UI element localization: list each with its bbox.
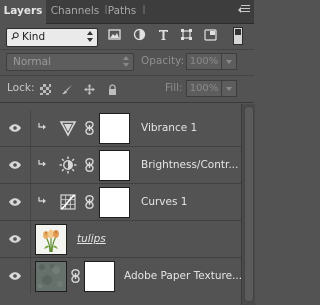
tab-paths-label: Paths xyxy=(107,5,137,17)
smart-object-filter-icon[interactable] xyxy=(204,28,217,41)
tab-layers[interactable]: Layers xyxy=(0,0,46,24)
lock-icon[interactable] xyxy=(107,84,118,95)
image-filter-icon[interactable] xyxy=(108,28,121,41)
adjustment-filter-icon[interactable] xyxy=(133,28,146,41)
link-icon[interactable] xyxy=(85,195,94,209)
layer-name[interactable]: Curves 1 xyxy=(141,184,187,220)
select-arrows-icon xyxy=(87,31,94,43)
eye-icon xyxy=(9,235,21,243)
visibility-toggle[interactable] xyxy=(0,258,31,294)
layer-name[interactable]: Vibrance 1 xyxy=(141,110,197,146)
eye-icon xyxy=(9,272,21,280)
select-arrows-icon xyxy=(123,56,130,68)
paper-texture-thumbnail[interactable] xyxy=(35,261,67,292)
chevron-down-icon xyxy=(226,60,232,64)
opacity-slider-toggle[interactable] xyxy=(221,53,237,70)
visibility-toggle[interactable] xyxy=(0,147,31,183)
filter-toggle-switch[interactable] xyxy=(233,27,243,45)
lock-label: Lock: xyxy=(7,82,35,94)
layer-name[interactable]: Adobe Paper Texture... xyxy=(124,258,242,294)
move-icon[interactable] xyxy=(84,84,95,95)
layers-list: Vibrance 1 Brightness/Contr... Curves 1 … xyxy=(0,104,242,305)
panel-menu-icon[interactable] xyxy=(238,3,250,15)
link-icon[interactable] xyxy=(71,269,80,283)
lock-transparent-pixels-icon[interactable] xyxy=(40,84,51,95)
layer-mask-thumbnail[interactable] xyxy=(99,150,130,181)
tab-layers-label: Layers xyxy=(3,5,43,17)
shape-filter-icon[interactable] xyxy=(180,28,193,41)
brightness-contrast-icon xyxy=(59,156,77,174)
layer-mask-thumbnail[interactable] xyxy=(99,187,130,218)
layer-mask-thumbnail[interactable] xyxy=(99,113,130,144)
blend-mode-value: Normal xyxy=(13,56,51,68)
filter-kind-label: Kind xyxy=(22,31,46,43)
tab-channels-label: Channels xyxy=(50,5,100,17)
layer-row-brightness-contrast[interactable]: Brightness/Contr... xyxy=(0,147,241,184)
type-filter-icon[interactable] xyxy=(157,28,170,41)
opacity-label: Opacity: xyxy=(141,55,185,67)
tab-paths[interactable]: Paths xyxy=(105,0,139,23)
lock-row: Lock: Fill: 100% xyxy=(0,77,254,101)
link-icon[interactable] xyxy=(85,121,94,135)
clipping-arrow-icon xyxy=(38,123,46,130)
layer-mask-thumbnail[interactable] xyxy=(84,261,115,292)
visibility-toggle[interactable] xyxy=(0,184,31,220)
clipping-arrow-icon xyxy=(38,160,46,167)
panel-tab-bar: Layers Channels | Paths | xyxy=(0,0,254,24)
tulips-image xyxy=(43,229,59,253)
vibrance-icon xyxy=(59,121,77,137)
brush-icon[interactable] xyxy=(62,84,73,95)
fill-slider-toggle[interactable] xyxy=(221,80,237,97)
link-icon[interactable] xyxy=(85,158,94,172)
opacity-input[interactable]: 100% xyxy=(186,53,222,70)
blend-mode-select[interactable]: Normal xyxy=(6,53,134,71)
paper-texture-image xyxy=(36,262,66,291)
eye-icon xyxy=(9,161,21,169)
layer-name[interactable]: tulips xyxy=(77,221,106,257)
layer-row-paper-texture[interactable]: Adobe Paper Texture... xyxy=(0,258,242,294)
curves-icon xyxy=(60,194,76,210)
divider xyxy=(0,75,254,76)
clipping-arrow-icon xyxy=(38,197,46,204)
visibility-toggle[interactable] xyxy=(0,221,31,257)
layer-row-vibrance[interactable]: Vibrance 1 xyxy=(0,110,241,147)
eye-icon xyxy=(9,124,21,132)
scrollbar-thumb[interactable] xyxy=(244,106,254,302)
tulips-thumbnail[interactable] xyxy=(35,224,67,255)
chevron-down-icon xyxy=(226,87,232,91)
search-icon xyxy=(11,32,19,40)
tab-channels[interactable]: Channels xyxy=(49,0,101,23)
layers-scrollbar[interactable] xyxy=(241,104,255,305)
layer-row-tulips[interactable]: tulips xyxy=(0,221,241,258)
layer-row-curves[interactable]: Curves 1 xyxy=(0,184,241,221)
blend-row: Normal Opacity: 100% xyxy=(0,50,254,74)
fill-label: Fill: xyxy=(165,82,183,94)
layer-name[interactable]: Brightness/Contr... xyxy=(141,147,238,183)
filter-kind-select[interactable]: Kind xyxy=(6,28,98,47)
fill-input[interactable]: 100% xyxy=(186,80,222,97)
divider xyxy=(0,102,254,103)
tab-divider-icon: | xyxy=(142,5,146,15)
eye-icon xyxy=(9,198,21,206)
visibility-toggle[interactable] xyxy=(0,110,31,146)
